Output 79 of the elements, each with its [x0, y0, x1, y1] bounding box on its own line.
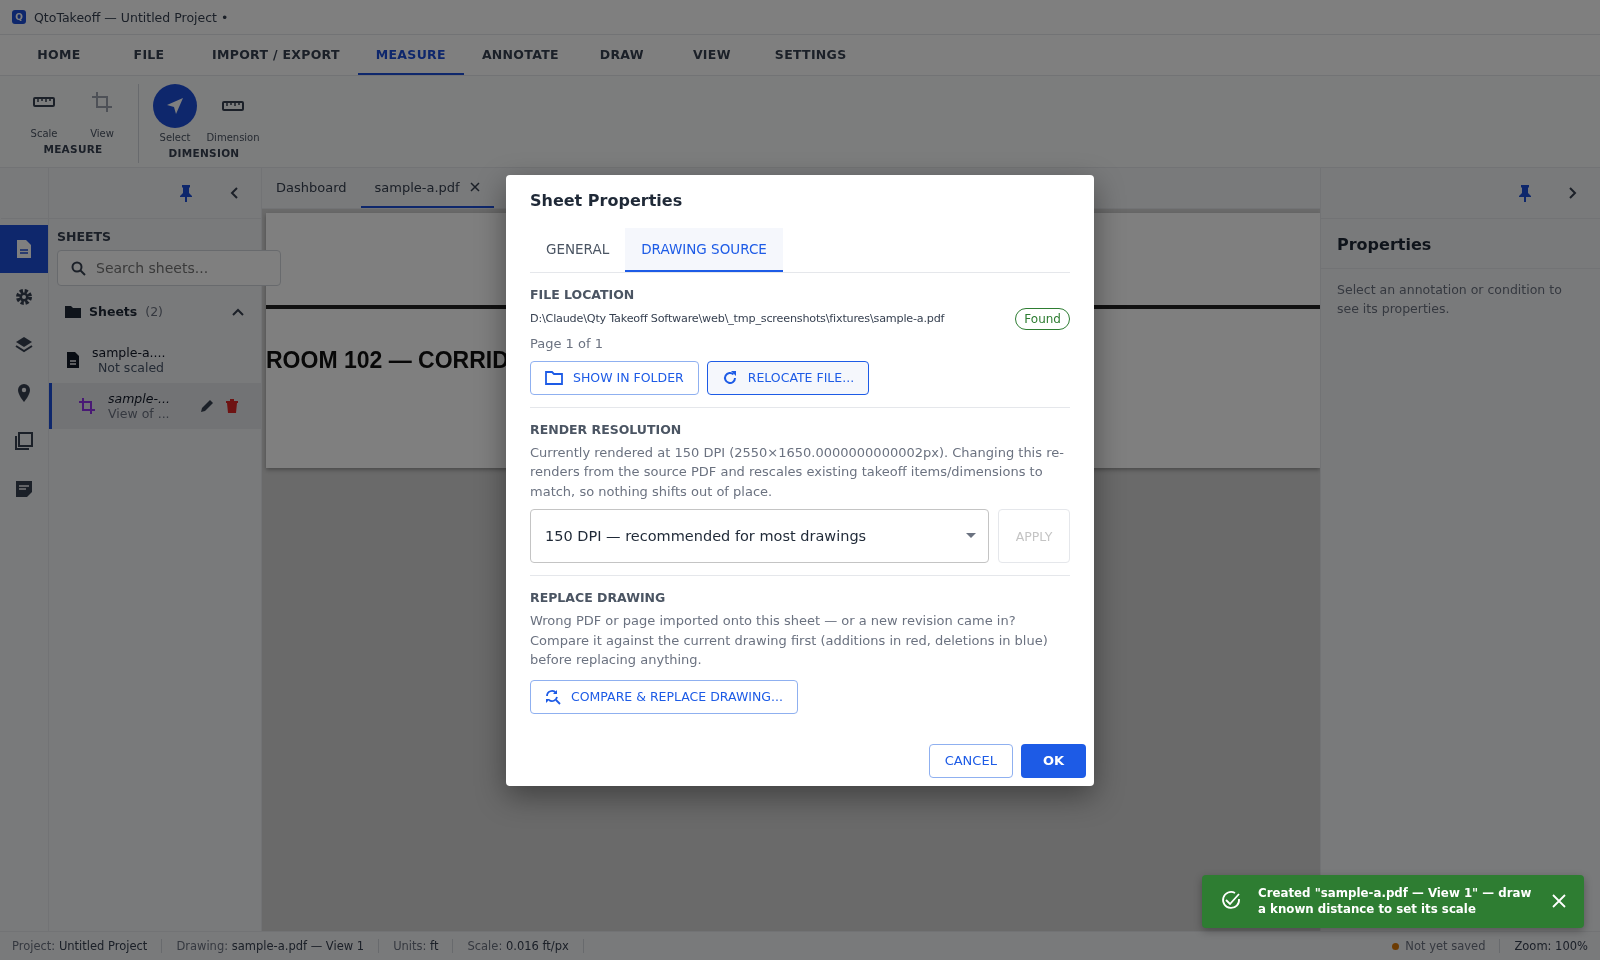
menu-tab[interactable]: VIEW	[666, 35, 757, 75]
sheet-subtitle: Not scaled	[97, 360, 165, 375]
section-heading: FILE LOCATION	[530, 286, 636, 302]
close-icon[interactable]	[469, 182, 480, 192]
crop-icon	[78, 397, 96, 415]
pin-icon[interactable]	[179, 184, 193, 202]
ribbon-group-label: MEASURE	[43, 143, 103, 155]
note-icon	[15, 480, 33, 498]
menu-tab[interactable]: IMPORT / EXPORT	[194, 35, 358, 75]
folder-icon	[545, 370, 563, 385]
pointer-icon	[165, 96, 185, 116]
refresh-icon	[721, 369, 738, 386]
edit-icon[interactable]	[200, 399, 214, 413]
folder-icon	[65, 305, 81, 318]
sheet-subtitle: View of ...	[108, 406, 171, 421]
layers-icon	[15, 336, 33, 354]
group-label: Sheets	[89, 304, 138, 319]
section-description: Wrong PDF or page imported onto this sheet — or a new revision came in? Compare it against the current drawing first (additions in red, deletions in blue) before replacing anything.	[530, 612, 1049, 669]
group-count: (2)	[145, 304, 163, 319]
panel-heading: Properties	[1321, 219, 1600, 269]
panel-heading: SHEETS	[57, 229, 113, 244]
status-field: Units: ft	[393, 939, 439, 953]
status-field: Drawing: sample-a.pdf — View 1	[176, 939, 365, 953]
chevron-icon[interactable]	[231, 306, 245, 317]
panel-hint: Select an annotation or condition to see its properties.	[1336, 281, 1563, 318]
expand-icon[interactable]	[1568, 186, 1578, 200]
menu-tab[interactable]: FILE	[104, 35, 194, 75]
menu-tab[interactable]: SETTINGS	[756, 35, 865, 75]
ok-button[interactable]: OK	[1020, 743, 1086, 778]
sheet-name: sample-a....	[92, 345, 167, 360]
menu-tab[interactable]: DRAW	[576, 35, 667, 75]
dialog-tab[interactable]: DRAWING SOURCE	[625, 227, 783, 272]
gear-icon	[15, 288, 33, 306]
collapse-icon[interactable]	[229, 186, 239, 200]
dropdown-arrow-icon	[966, 533, 976, 539]
crop-icon	[91, 91, 113, 113]
pin-icon[interactable]	[1518, 184, 1532, 202]
toast-message: Created "sample-a.pdf — View 1" — draw a known distance to set its scale	[1258, 884, 1533, 918]
copy-icon	[14, 431, 34, 451]
save-status: Not yet saved	[1405, 939, 1486, 953]
menu-tab[interactable]: HOME	[14, 35, 104, 75]
status-field: Scale: 0.016 ft/px	[467, 939, 569, 953]
document-tab[interactable]: sample-a.pdf	[360, 168, 494, 208]
document-tab[interactable]: Dashboard	[262, 168, 361, 208]
sidebar-tab[interactable]	[0, 225, 48, 273]
delete-icon[interactable]	[226, 399, 238, 413]
dialog-tab[interactable]: GENERAL	[530, 227, 626, 272]
relocate-file-button[interactable]: RELOCATE FILE...	[706, 360, 870, 395]
sheet-name: sample-...	[108, 391, 171, 406]
document-icon	[66, 351, 80, 369]
dialog-title: Sheet Properties	[530, 190, 684, 210]
compare-replace-button[interactable]: COMPARE & REPLACE DRAWING...	[530, 679, 798, 714]
section-description: Currently rendered at 150 DPI (2550×1650.0000000000002px). Changing this re-renders from the source PDF and rescales existing takeoff items/dimensions to match, so nothing shifts out of place.	[530, 443, 1065, 501]
file-path: D:\Claude\Qty Takeoff Software\web\_tmp_screenshots\fixtures\sample-a.pdf	[530, 312, 945, 325]
status-field: Project: Untitled Project	[12, 939, 148, 953]
resolution-select[interactable]: 150 DPI — recommended for most drawings	[530, 509, 989, 563]
ribbon-tool[interactable]: Scale	[16, 80, 72, 139]
cancel-button[interactable]: CANCEL	[928, 743, 1013, 778]
section-heading: REPLACE DRAWING	[530, 590, 667, 605]
section-heading: RENDER RESOLUTION	[530, 421, 683, 437]
show-in-folder-button[interactable]: SHOW IN FOLDER	[530, 360, 699, 395]
sheet-item[interactable]: sample-a.... Not scaled	[49, 337, 261, 383]
map-pin-icon	[17, 383, 31, 403]
ruler-icon	[222, 99, 244, 113]
compare-icon	[545, 688, 561, 705]
app-logo: Q	[12, 10, 26, 24]
search-icon	[71, 261, 86, 276]
menu-tab[interactable]: ANNOTATE	[463, 35, 577, 75]
zoom-level: Zoom: 100%	[1514, 939, 1588, 953]
status-dot	[1392, 942, 1400, 950]
document-icon	[16, 239, 32, 259]
ribbon-group-label: DIMENSION	[168, 147, 240, 159]
ribbon-tool[interactable]: Dimension	[205, 84, 261, 143]
sheet-item[interactable]: sample-... View of ...	[49, 383, 261, 429]
drawing-heading: ROOM 102 — CORRID	[266, 347, 510, 374]
page-info: Page 1 of 1	[530, 335, 604, 351]
ruler-icon	[33, 95, 55, 109]
search-field[interactable]: Search sheets...	[57, 250, 281, 286]
window-title: QtoTakeoff — Untitled Project •	[34, 9, 229, 25]
